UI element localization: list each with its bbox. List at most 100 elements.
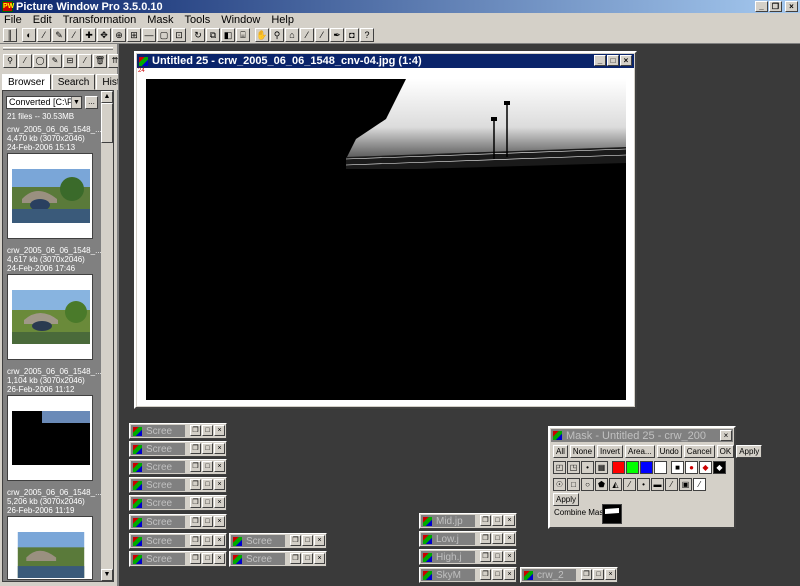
center-icon[interactable]: ⊕ xyxy=(112,27,126,42)
restore-button[interactable]: ❐ xyxy=(190,497,201,508)
restore-button[interactable]: ❐ xyxy=(769,1,782,12)
diamond-marker-icon[interactable]: ◆ xyxy=(699,461,712,474)
minimized-window-title[interactable]: Scree xyxy=(131,425,185,437)
curve-graph-icon[interactable]: ⁄ xyxy=(693,478,706,491)
paint-icon[interactable]: ⁄ xyxy=(315,27,329,42)
build-icon[interactable]: ⌂ xyxy=(285,27,299,42)
copy-icon[interactable]: ⧉ xyxy=(206,27,220,42)
minimized-window-title[interactable]: Scree xyxy=(131,461,185,473)
restore-button[interactable]: ❐ xyxy=(190,425,201,436)
freehand-icon[interactable]: ◭ xyxy=(609,478,622,491)
minimized-window-title[interactable]: Scree xyxy=(131,535,185,547)
stamp-icon[interactable]: ✚ xyxy=(82,27,96,42)
grid-icon[interactable]: ▦ xyxy=(595,461,608,474)
close-button[interactable]: × xyxy=(214,553,225,564)
levels-icon[interactable]: ◐ xyxy=(22,27,36,42)
blue-swatch[interactable] xyxy=(640,461,653,474)
minimized-window[interactable]: Scree ❐ □ × xyxy=(129,423,227,439)
circle-marker-icon[interactable]: ● xyxy=(685,461,698,474)
red-swatch[interactable] xyxy=(612,461,625,474)
minimized-window-title[interactable]: Scree xyxy=(131,497,185,509)
maximize-button[interactable]: □ xyxy=(202,516,213,527)
minimize-button[interactable]: _ xyxy=(755,1,768,12)
lasso-icon[interactable]: ☉ xyxy=(553,478,566,491)
green-swatch[interactable] xyxy=(626,461,639,474)
maximize-button[interactable]: □ xyxy=(202,461,213,472)
dot-icon[interactable]: • xyxy=(581,461,594,474)
browser-scrollbar[interactable]: ▲ ▼ xyxy=(101,91,113,581)
restore-button[interactable]: ❐ xyxy=(290,535,301,546)
mask-cancel-button[interactable]: Cancel xyxy=(683,445,715,458)
close-button[interactable]: × xyxy=(214,461,225,472)
close-button[interactable]: × xyxy=(214,425,225,436)
maximize-button[interactable]: □ xyxy=(492,551,503,562)
menu-edit[interactable]: Edit xyxy=(33,14,52,26)
minimized-window-title[interactable]: High.j xyxy=(421,551,475,563)
brush-icon[interactable]: ⁄ xyxy=(665,478,678,491)
mask-tool-window[interactable]: Mask - Untitled 25 - crw_200 × All None … xyxy=(548,426,763,529)
restore-button[interactable]: ❐ xyxy=(190,479,201,490)
select-icon[interactable]: ◰ xyxy=(553,461,566,474)
zoom-icon[interactable]: ⚲ xyxy=(3,54,17,68)
mask-window-title-bar[interactable]: Mask - Untitled 25 - crw_200 × xyxy=(551,429,733,442)
menu-help[interactable]: Help xyxy=(271,14,294,26)
restore-button[interactable]: ❐ xyxy=(290,553,301,564)
maximize-button[interactable]: □ xyxy=(607,55,619,66)
chevron-down-icon[interactable]: ▼ xyxy=(71,97,81,108)
minimized-window-title[interactable]: Mid.jp xyxy=(421,515,475,527)
minimized-window-title[interactable]: crw_2 xyxy=(522,569,576,581)
mask-undo-button[interactable]: Undo xyxy=(656,445,682,458)
tab-browser[interactable]: Browser xyxy=(2,74,51,90)
minimized-window[interactable]: Scree ❐ □ × xyxy=(129,495,227,511)
close-button[interactable]: × xyxy=(720,430,732,441)
pen-icon[interactable]: ✒ xyxy=(330,27,344,42)
close-button[interactable]: × xyxy=(620,55,632,66)
close-button[interactable]: × xyxy=(314,553,325,564)
trash-icon[interactable]: 🗑 xyxy=(93,54,107,68)
minimized-window[interactable]: Scree ❐ □ × xyxy=(129,477,227,493)
combine-mask-preview[interactable] xyxy=(602,504,622,524)
minimized-window-title[interactable]: Scree xyxy=(131,479,185,491)
minimized-window-title[interactable]: Scree xyxy=(231,535,285,547)
minimized-window-title[interactable]: Scree xyxy=(131,443,185,455)
select-add-icon[interactable]: ◳ xyxy=(567,461,580,474)
menu-transformation[interactable]: Transformation xyxy=(63,14,137,26)
line-icon[interactable]: ▬ xyxy=(651,478,664,491)
stack-icon[interactable]: ⌸ xyxy=(236,27,250,42)
grip-icon[interactable]: ║ xyxy=(3,27,17,42)
hand-icon[interactable]: ✋ xyxy=(255,27,269,42)
minimized-window[interactable]: Scree ❐ □ × xyxy=(129,514,227,530)
maximize-button[interactable]: □ xyxy=(202,425,213,436)
maximize-button[interactable]: □ xyxy=(302,553,313,564)
app-icon[interactable]: PW xyxy=(2,1,14,12)
diamond-white-icon[interactable]: ◆ xyxy=(713,461,726,474)
minimized-window[interactable]: Low.j ❐ □ × xyxy=(419,531,517,547)
maximize-button[interactable]: □ xyxy=(302,535,313,546)
print-icon[interactable]: ⊟ xyxy=(63,54,77,68)
restore-button[interactable]: ❐ xyxy=(190,461,201,472)
minimized-window[interactable]: Scree ❐ □ × xyxy=(129,441,227,457)
camera-icon[interactable]: ◘ xyxy=(345,27,359,42)
rectangle-icon[interactable]: □ xyxy=(567,478,580,491)
color-icon[interactable]: ◧ xyxy=(221,27,235,42)
menu-tools[interactable]: Tools xyxy=(185,14,211,26)
maximize-button[interactable]: □ xyxy=(202,535,213,546)
minimized-window-title[interactable]: Scree xyxy=(231,553,285,565)
thumbnail[interactable] xyxy=(7,274,93,360)
close-button[interactable]: × xyxy=(504,551,515,562)
curve-icon[interactable]: ⁄ xyxy=(623,478,636,491)
minimized-window[interactable]: Scree ❐ □ × xyxy=(129,459,227,475)
minimized-window[interactable]: High.j ❐ □ × xyxy=(419,549,517,565)
maximize-button[interactable]: □ xyxy=(492,533,503,544)
maximize-button[interactable]: □ xyxy=(202,479,213,490)
restore-button[interactable]: ❐ xyxy=(190,535,201,546)
minimized-window-title[interactable]: Low.j xyxy=(421,533,475,545)
clone-icon[interactable]: ✎ xyxy=(52,27,66,42)
wand-icon[interactable]: ⁄ xyxy=(300,27,314,42)
maximize-button[interactable]: □ xyxy=(202,553,213,564)
minimized-window[interactable]: Scree ❐ □ × xyxy=(129,551,227,567)
mask-apply-button[interactable]: Apply xyxy=(736,445,763,458)
mask-area-button[interactable]: Area... xyxy=(625,445,655,458)
thumbnail[interactable] xyxy=(7,153,93,239)
maximize-button[interactable]: □ xyxy=(492,569,503,580)
